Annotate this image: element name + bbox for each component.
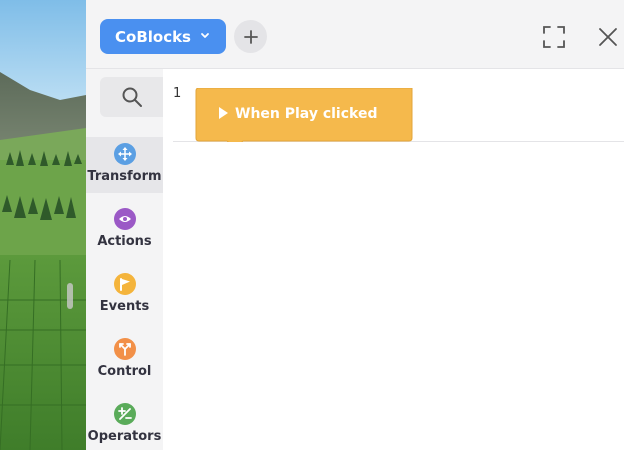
- category-label: Control: [97, 364, 152, 379]
- category-control[interactable]: Control: [86, 332, 163, 388]
- flag-icon: [113, 273, 136, 295]
- project-dropdown-button[interactable]: CoBlocks: [100, 19, 226, 54]
- scene-illustration: [0, 0, 86, 450]
- play-icon: [219, 107, 228, 119]
- category-label: Operators: [87, 429, 162, 444]
- category-label: Actions: [97, 234, 152, 249]
- category-sidebar: Transform Actions Events Control Operato…: [86, 69, 163, 450]
- when-play-clicked-block[interactable]: When Play clicked: [195, 88, 413, 142]
- editor-toolbar: CoBlocks: [86, 0, 624, 69]
- block-workspace[interactable]: 1 When Play clicked: [163, 69, 624, 450]
- search-button[interactable]: [100, 77, 163, 117]
- plus-icon: [243, 29, 258, 44]
- close-icon[interactable]: [596, 25, 620, 49]
- branch-icon: [113, 338, 136, 360]
- category-transform[interactable]: Transform: [86, 137, 163, 193]
- chevron-down-icon: [201, 33, 209, 38]
- line-number: 1: [173, 86, 182, 101]
- category-label: Transform: [87, 169, 162, 184]
- category-operators[interactable]: Operators: [86, 397, 163, 453]
- project-label: CoBlocks: [115, 27, 191, 46]
- add-project-button[interactable]: [234, 20, 267, 53]
- plus-minus-icon: [113, 403, 136, 425]
- eye-icon: [113, 208, 136, 230]
- category-actions[interactable]: Actions: [86, 202, 163, 258]
- search-icon: [122, 87, 142, 107]
- scene-viewport[interactable]: [0, 0, 86, 450]
- block-label: When Play clicked: [235, 106, 378, 122]
- move-arrows-icon: [113, 143, 136, 165]
- category-label: Events: [99, 299, 150, 314]
- editor-panel: CoBlocks Transform Actions Events Contro…: [86, 0, 624, 450]
- fullscreen-icon[interactable]: [542, 25, 566, 49]
- category-events[interactable]: Events: [86, 267, 163, 323]
